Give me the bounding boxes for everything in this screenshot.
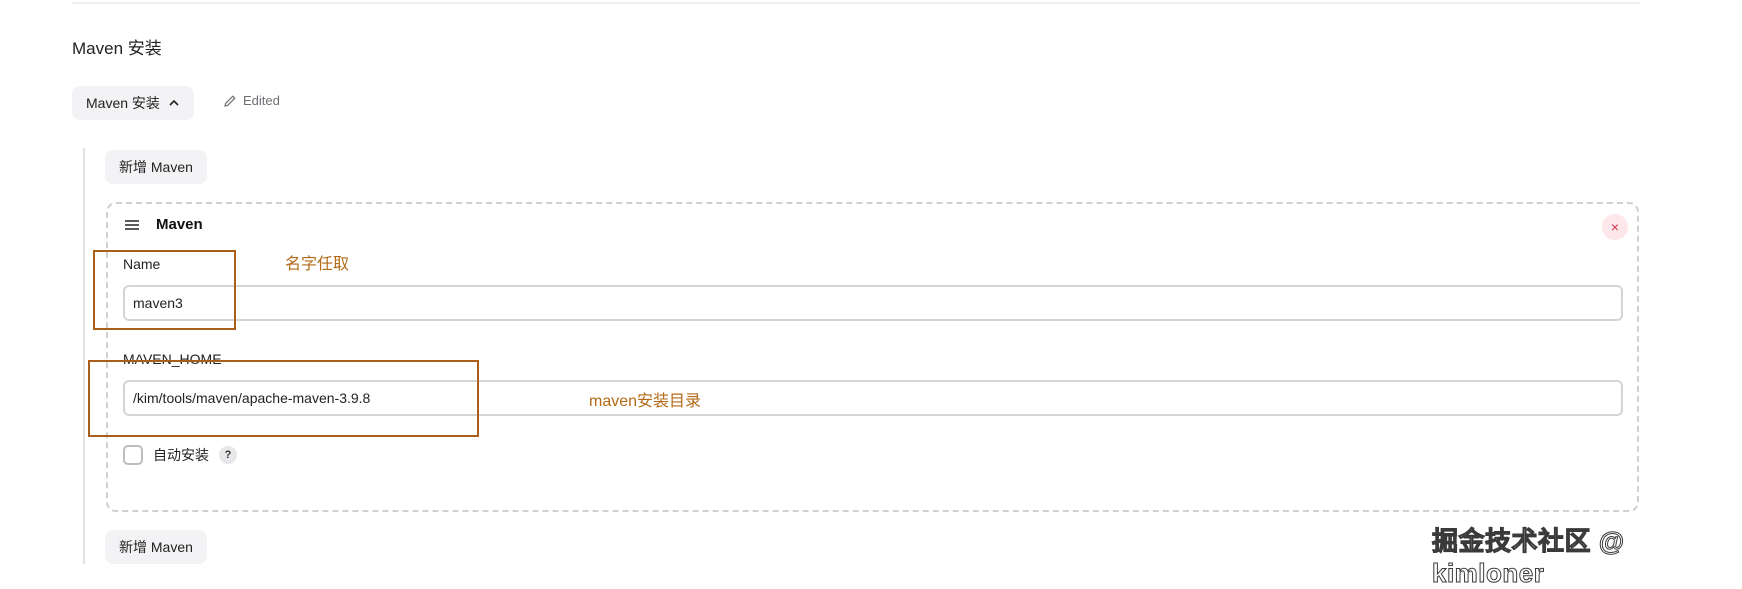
section-title: Maven 安装	[72, 39, 162, 58]
drag-handle-icon[interactable]	[124, 219, 140, 231]
edited-label: Edited	[243, 93, 280, 108]
maven-entry-card	[106, 202, 1639, 512]
auto-install-checkbox[interactable]	[123, 445, 143, 465]
section-left-rail	[83, 148, 85, 564]
help-icon[interactable]: ?	[219, 446, 237, 464]
add-maven-button-top[interactable]: 新增 Maven	[105, 150, 207, 184]
maven-entry-header: Maven	[124, 216, 203, 233]
auto-install-label: 自动安装	[153, 447, 209, 463]
chevron-up-icon	[168, 97, 180, 109]
maven-install-collapse-button[interactable]: Maven 安装	[72, 86, 194, 120]
pencil-icon	[223, 94, 237, 108]
maven-entry-title: Maven	[156, 216, 203, 233]
name-annotation-note: 名字任取	[285, 256, 350, 273]
maven-home-label: MAVEN_HOME	[123, 351, 222, 367]
name-input[interactable]	[123, 285, 1623, 321]
top-divider	[72, 2, 1640, 4]
delete-maven-button[interactable]: ×	[1602, 214, 1628, 240]
collapse-button-label: Maven 安装	[86, 95, 160, 111]
close-icon: ×	[1610, 219, 1620, 235]
watermark: 掘金技术社区 @ kimloner	[1432, 526, 1625, 589]
auto-install-row: 自动安装 ?	[123, 445, 237, 465]
maven-home-input[interactable]	[123, 380, 1623, 416]
name-label: Name	[123, 256, 161, 272]
add-maven-button-bottom[interactable]: 新增 Maven	[105, 530, 207, 564]
edited-indicator: Edited	[223, 93, 280, 108]
home-annotation-note: maven安装目录	[589, 393, 702, 410]
